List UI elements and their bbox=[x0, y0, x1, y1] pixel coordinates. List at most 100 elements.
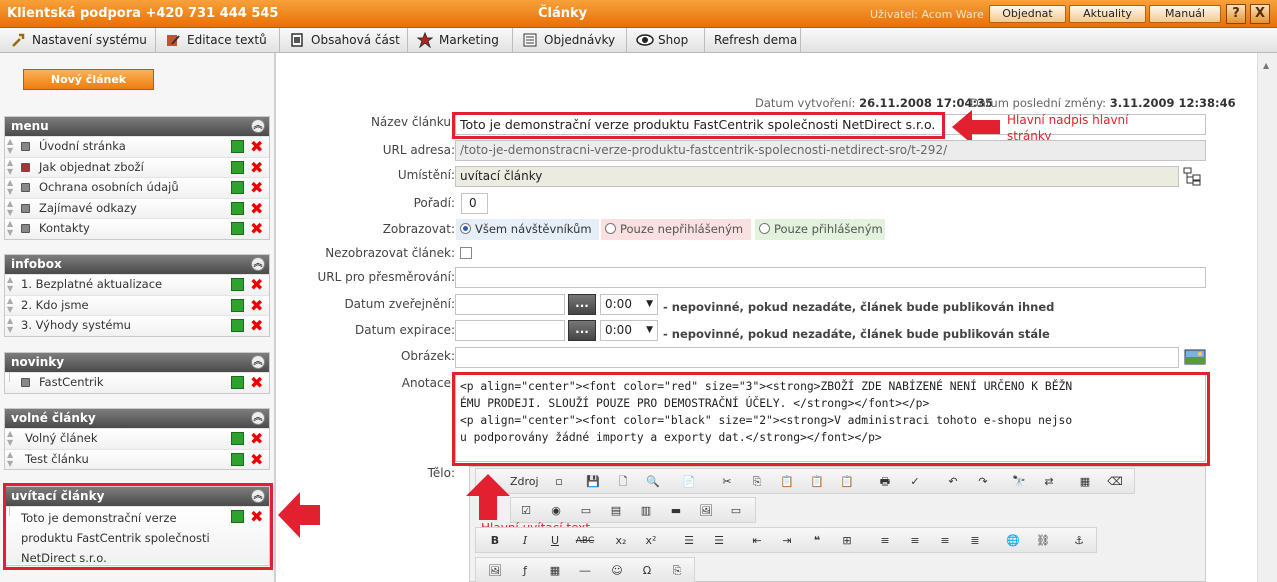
expire-date-input[interactable] bbox=[455, 320, 565, 341]
menu-shop[interactable]: Shop bbox=[632, 28, 705, 53]
collapse-icon[interactable]: ︽ bbox=[251, 257, 265, 271]
manual-button[interactable]: Manuál bbox=[1149, 5, 1221, 23]
order-button[interactable]: Objednat bbox=[989, 5, 1066, 23]
edit-icon[interactable] bbox=[231, 319, 244, 333]
menu-system-settings[interactable]: Nastavení systému bbox=[6, 28, 156, 53]
paste-word-icon[interactable]: 📋 bbox=[836, 471, 858, 493]
smiley-icon[interactable]: ☺ bbox=[606, 560, 628, 582]
list-item[interactable]: ▲ ▼ 1. Bezplatné aktualizace ✖ bbox=[5, 274, 269, 295]
edit-icon[interactable] bbox=[231, 181, 244, 195]
save-icon[interactable]: ▫ bbox=[548, 471, 570, 493]
menu-orders[interactable]: Objednávky bbox=[518, 28, 627, 53]
select-all-icon[interactable]: ▦ bbox=[1074, 471, 1096, 493]
display-guests-radio[interactable]: Pouze nepřihlášeným bbox=[601, 219, 751, 240]
move-arrows-icon[interactable]: ▲ ▼ bbox=[7, 137, 13, 155]
delete-icon[interactable]: ✖ bbox=[250, 178, 263, 197]
image-input[interactable] bbox=[455, 347, 1179, 368]
bullet-list-icon[interactable]: ☰ bbox=[708, 530, 730, 552]
expire-time-select[interactable]: 0:00 ▼ bbox=[600, 320, 658, 341]
preview-icon[interactable]: 🔍 bbox=[642, 471, 664, 493]
list-item[interactable]: ▲ ▼ Kontakty ✖ bbox=[5, 218, 269, 239]
delete-icon[interactable]: ✖ bbox=[250, 373, 263, 392]
subscript-icon[interactable]: x₂ bbox=[610, 530, 632, 552]
undo-icon[interactable]: ↶ bbox=[942, 471, 964, 493]
indent-icon[interactable]: ⇥ bbox=[776, 530, 798, 552]
move-arrows-icon[interactable]: ▲ ▼ bbox=[7, 199, 13, 217]
cut-icon[interactable]: ✂ bbox=[716, 471, 738, 493]
publish-time-select[interactable]: 0:00 ▼ bbox=[600, 294, 658, 315]
textfield-icon[interactable]: ▭ bbox=[575, 500, 597, 522]
paste-text-icon[interactable]: 📋 bbox=[806, 471, 828, 493]
publish-calendar-button[interactable]: ... bbox=[568, 294, 596, 315]
menu-content[interactable]: Obsahová část bbox=[285, 28, 408, 53]
edit-icon[interactable] bbox=[231, 222, 244, 236]
tree-icon[interactable] bbox=[1182, 166, 1202, 186]
template-icon[interactable]: 📄 bbox=[678, 471, 700, 493]
unlink-icon[interactable]: ⛓ bbox=[1032, 530, 1054, 552]
collapse-icon[interactable]: ︽ bbox=[251, 411, 265, 425]
redirect-input[interactable] bbox=[455, 267, 1206, 288]
spellcheck-icon[interactable]: ✓ bbox=[904, 471, 926, 493]
url-input[interactable]: /toto-je-demonstracni-verze-produktu-fas… bbox=[455, 140, 1206, 161]
paste-icon[interactable]: 📋 bbox=[776, 471, 798, 493]
checkbox-icon[interactable]: ☑ bbox=[515, 500, 537, 522]
move-arrows-icon[interactable]: ▲ ▼ bbox=[7, 316, 13, 334]
delete-icon[interactable]: ✖ bbox=[250, 429, 263, 448]
copy-icon[interactable]: ⎘ bbox=[746, 471, 768, 493]
bold-icon[interactable]: B bbox=[484, 530, 506, 552]
replace-icon[interactable]: ⇄ bbox=[1038, 471, 1060, 493]
delete-icon[interactable]: ✖ bbox=[250, 199, 263, 218]
div-icon[interactable]: ⊞ bbox=[836, 530, 858, 552]
list-item[interactable]: ▲ ▼ Zajímavé odkazy ✖ bbox=[5, 197, 269, 219]
print-icon[interactable]: 🖶 bbox=[874, 471, 896, 493]
edit-icon[interactable] bbox=[231, 376, 244, 389]
radio-icon[interactable]: ◉ bbox=[545, 500, 567, 522]
help-button[interactable]: ? bbox=[1226, 4, 1246, 24]
delete-icon[interactable]: ✖ bbox=[250, 158, 263, 177]
list-item[interactable]: ▲ ▼ Volný článek ✖ bbox=[5, 428, 269, 449]
list-item[interactable]: │ FastCentrik ✖ bbox=[5, 372, 269, 393]
align-right-icon[interactable]: ≡ bbox=[934, 530, 956, 552]
page-break-icon[interactable]: ⎘ bbox=[666, 560, 688, 582]
list-item[interactable]: ▲ ▼ 2. Kdo jsme ✖ bbox=[5, 294, 269, 316]
hide-checkbox[interactable] bbox=[460, 247, 472, 259]
hidden-field-icon[interactable]: ▭ bbox=[725, 500, 747, 522]
superscript-icon[interactable]: x² bbox=[640, 530, 662, 552]
move-arrows-icon[interactable]: ▲ ▼ bbox=[7, 450, 13, 468]
strike-icon[interactable]: ABC bbox=[574, 530, 596, 552]
edit-icon[interactable] bbox=[231, 452, 244, 466]
image-picker-icon[interactable] bbox=[1184, 347, 1206, 365]
table-icon[interactable]: ▦ bbox=[544, 560, 566, 582]
anchor-icon[interactable]: ⚓ bbox=[1068, 530, 1090, 552]
placement-select[interactable]: uvítací články bbox=[455, 166, 1179, 187]
flash-icon[interactable]: ƒ bbox=[514, 560, 536, 582]
horizontal-rule-icon[interactable]: ― bbox=[574, 560, 596, 582]
edit-icon[interactable] bbox=[231, 140, 244, 153]
delete-icon[interactable]: ✖ bbox=[250, 219, 263, 238]
outdent-icon[interactable]: ⇤ bbox=[746, 530, 768, 552]
underline-icon[interactable]: U bbox=[544, 530, 566, 552]
textarea-icon[interactable]: ▤ bbox=[605, 500, 627, 522]
find-icon[interactable]: 🔭 bbox=[1008, 471, 1030, 493]
delete-icon[interactable]: ✖ bbox=[250, 275, 263, 294]
move-arrows-icon[interactable]: │ bbox=[7, 373, 12, 382]
edit-icon[interactable] bbox=[231, 201, 244, 215]
link-icon[interactable]: 🌐 bbox=[1002, 530, 1024, 552]
display-members-radio[interactable]: Pouze přihlášeným bbox=[755, 219, 885, 240]
move-arrows-icon[interactable]: ▲ ▼ bbox=[7, 275, 13, 293]
align-center-icon[interactable]: ≡ bbox=[904, 530, 926, 552]
list-item[interactable]: ▲ ▼ Test článku ✖ bbox=[5, 448, 269, 470]
page-scrollbar[interactable]: ▲ bbox=[1257, 53, 1277, 582]
save-icon[interactable]: 💾 bbox=[582, 471, 604, 493]
collapse-icon[interactable]: ︽ bbox=[251, 355, 265, 369]
display-all-radio[interactable]: Všem návštěvníkům bbox=[456, 219, 599, 240]
close-button[interactable]: X bbox=[1250, 4, 1270, 24]
align-left-icon[interactable]: ≡ bbox=[874, 530, 896, 552]
edit-icon[interactable] bbox=[231, 432, 244, 445]
move-arrows-icon[interactable]: ▲ ▼ bbox=[7, 158, 13, 176]
edit-icon[interactable] bbox=[231, 278, 244, 291]
eraser-icon[interactable]: ⌫ bbox=[1104, 471, 1126, 493]
menu-text-editing[interactable]: Editace textů bbox=[161, 28, 280, 53]
image-button-icon[interactable]: 🖼 bbox=[695, 500, 717, 522]
delete-icon[interactable]: ✖ bbox=[250, 137, 263, 156]
